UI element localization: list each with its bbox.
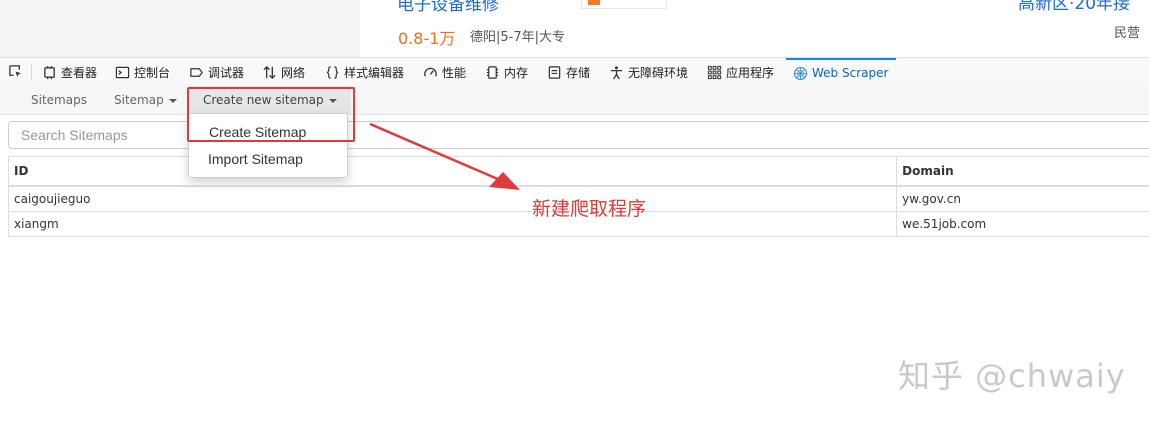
inspector-icon <box>44 65 55 79</box>
annotation-text: 新建爬取程序 <box>532 198 647 220</box>
storage-icon <box>548 65 561 79</box>
tab-performance[interactable]: 性能 <box>423 58 466 86</box>
web-page-area: 电子设备维修 高新区·20年接 0.8-1万 德阳|5-7年|大专 民营 <box>0 0 1149 57</box>
tab-label: 内存 <box>504 65 529 80</box>
sitemap-domain-cell: we.51job.com <box>896 211 1149 237</box>
network-icon <box>263 65 276 79</box>
scraper-navbar: Sitemaps Sitemap Create new sitemap <box>0 86 1149 115</box>
table-header-row: ID Domain <box>7 156 1149 187</box>
tab-memory[interactable]: 内存 <box>485 58 528 86</box>
tab-console[interactable]: 控制台 <box>115 58 170 86</box>
nav-sitemaps[interactable]: Sitemaps <box>31 86 87 114</box>
menu-item-import-sitemap[interactable]: Import Sitemap <box>208 151 303 167</box>
sitemap-id-cell[interactable]: xiangm <box>7 211 898 237</box>
chevron-down-icon <box>168 98 177 103</box>
web-scraper-icon <box>794 66 807 80</box>
nav-sitemap-label: Sitemap <box>114 93 164 107</box>
chat-badge[interactable] <box>581 0 667 9</box>
tab-storage[interactable]: 存储 <box>547 58 590 86</box>
toolbar-separator <box>31 64 32 80</box>
tab-debugger[interactable]: 调试器 <box>189 58 244 86</box>
page-blank-region <box>0 0 360 57</box>
debugger-icon <box>190 67 203 77</box>
style-editor-icon <box>326 65 339 79</box>
tab-label: 查看器 <box>61 65 98 80</box>
sitemap-domain-cell: yw.gov.cn <box>896 185 1149 212</box>
tab-label: 调试器 <box>208 65 245 80</box>
chat-icon <box>588 0 600 5</box>
application-icon <box>707 65 722 79</box>
element-picker-icon[interactable] <box>8 64 23 79</box>
job-title-link[interactable]: 电子设备维修 <box>397 0 499 15</box>
nav-sitemap-dropdown[interactable]: Sitemap <box>114 86 177 114</box>
tab-inspector[interactable]: 查看器 <box>42 58 97 86</box>
company-type-text: 民营 <box>1114 26 1141 41</box>
company-title-link[interactable]: 高新区·20年接 <box>1018 0 1130 14</box>
annotation-arrow-icon <box>369 122 520 190</box>
search-sitemaps-input[interactable]: Search Sitemaps <box>8 121 1149 149</box>
tab-label: 网络 <box>281 65 306 80</box>
devtools-toolbar: 查看器 控制台 调试器 网络 样式编辑器 性能 内存 存储 无障碍环境 应用程序… <box>0 57 1149 87</box>
tab-label: 控制台 <box>134 65 171 80</box>
tab-label: 样式编辑器 <box>344 65 405 80</box>
tab-web-scraper[interactable]: Web Scraper <box>786 58 897 86</box>
watermark-text: 知乎 @chwaiy <box>898 357 1126 395</box>
accessibility-icon <box>610 65 623 79</box>
annotation-highlight-box <box>187 87 355 142</box>
tab-label: 无障碍环境 <box>628 65 689 80</box>
job-meta-text: 德阳|5-7年|大专 <box>470 30 565 45</box>
tab-application[interactable]: 应用程序 <box>707 58 774 86</box>
performance-icon <box>424 67 437 77</box>
salary-text: 0.8-1万 <box>398 29 456 48</box>
tab-network[interactable]: 网络 <box>262 58 305 86</box>
tab-accessibility[interactable]: 无障碍环境 <box>609 58 688 86</box>
nav-sitemaps-label: Sitemaps <box>31 93 87 107</box>
memory-icon <box>486 65 499 79</box>
console-icon <box>115 66 130 78</box>
tab-label: 存储 <box>566 65 591 80</box>
tab-label: 应用程序 <box>726 65 775 80</box>
column-header-domain: Domain <box>896 156 1149 187</box>
tab-label: Web Scraper <box>812 66 889 80</box>
tab-label: 性能 <box>442 65 467 80</box>
tab-style-editor[interactable]: 样式编辑器 <box>325 58 404 86</box>
